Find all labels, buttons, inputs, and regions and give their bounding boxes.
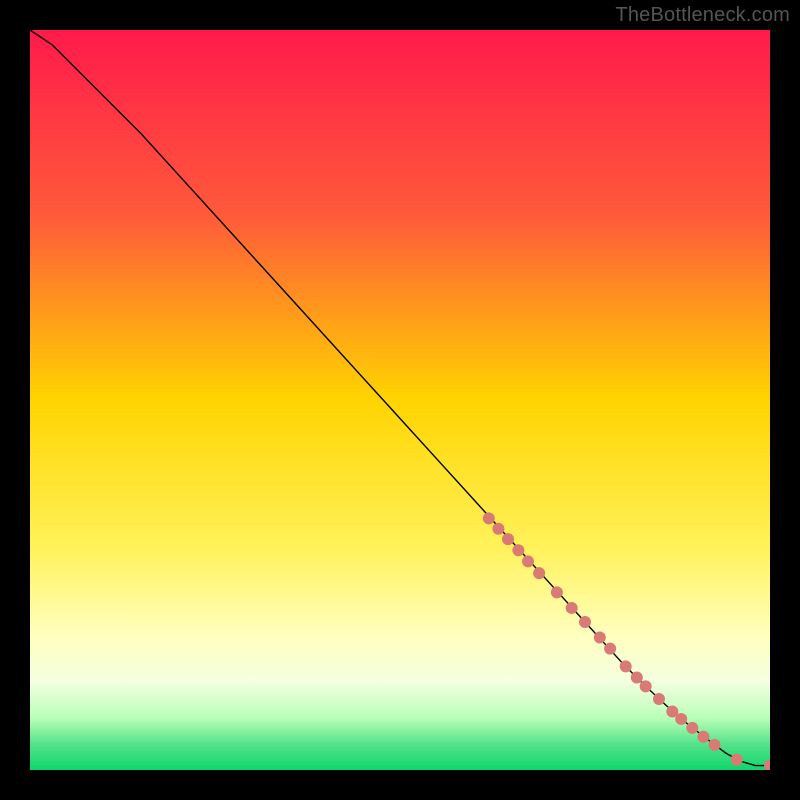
data-marker: [686, 722, 698, 734]
data-marker: [533, 567, 545, 579]
plot-area: [30, 30, 770, 770]
gradient-background: [30, 30, 770, 770]
data-marker: [697, 731, 709, 743]
data-marker: [620, 660, 632, 672]
watermark-text: TheBottleneck.com: [615, 4, 790, 27]
data-marker: [631, 672, 643, 684]
data-marker: [653, 693, 665, 705]
data-marker: [731, 754, 743, 766]
data-marker: [522, 555, 534, 567]
data-marker: [512, 544, 524, 556]
data-marker: [709, 739, 721, 751]
data-marker: [594, 632, 606, 644]
data-marker: [551, 586, 563, 598]
chart-svg: [30, 30, 770, 770]
data-marker: [566, 602, 578, 614]
chart-frame: TheBottleneck.com: [0, 0, 800, 800]
data-marker: [640, 680, 652, 692]
data-marker: [675, 713, 687, 725]
data-marker: [483, 512, 495, 524]
data-marker: [579, 616, 591, 628]
data-marker: [492, 523, 504, 535]
data-marker: [502, 533, 514, 545]
data-marker: [604, 643, 616, 655]
